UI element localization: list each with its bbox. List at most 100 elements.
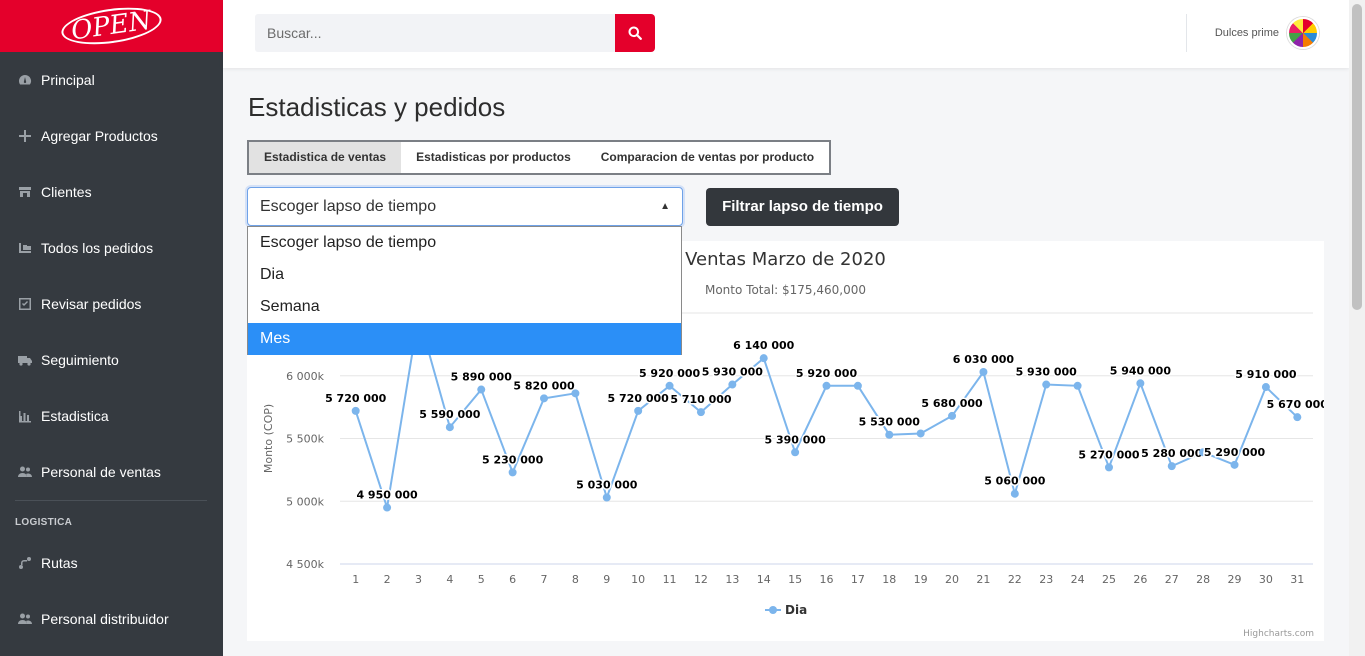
data-point — [1010, 489, 1019, 498]
x-tick-label: 22 — [1008, 573, 1022, 586]
sidebar-item-agregar-productos[interactable]: Agregar Productos — [0, 108, 223, 164]
dropdown-option-dia[interactable]: Dia — [248, 259, 681, 291]
page-title: Estadisticas y pedidos — [248, 92, 506, 122]
x-tick-label: 2 — [384, 573, 391, 586]
data-label: 5 930 000 — [1016, 366, 1078, 379]
x-tick-label: 7 — [541, 573, 548, 586]
data-point — [791, 448, 800, 457]
x-tick-label: 1 — [352, 573, 359, 586]
data-point — [1104, 463, 1113, 472]
data-point — [759, 354, 768, 363]
x-tick-label: 19 — [914, 573, 928, 586]
users-icon — [15, 611, 35, 627]
data-label: 5 280 000 — [1141, 447, 1203, 460]
data-label: 5 820 000 — [513, 379, 575, 392]
search-input[interactable] — [255, 14, 615, 52]
tab-comparacion-de-ventas[interactable]: Comparacion de ventas por producto — [586, 142, 829, 173]
data-point — [696, 408, 705, 417]
data-point — [885, 430, 894, 439]
dropdown-option-mes[interactable]: Mes — [248, 323, 681, 355]
data-point — [445, 423, 454, 432]
time-period-select[interactable]: Escoger lapso de tiempo ▲ — [247, 187, 683, 226]
plus-icon — [15, 128, 35, 144]
data-point — [948, 411, 957, 420]
y-tick-label: 5 500k — [286, 433, 324, 446]
check-square-icon — [15, 296, 35, 312]
dolly-icon — [15, 240, 35, 256]
chart-legend-item[interactable]: Dia — [765, 603, 807, 617]
data-point — [665, 381, 674, 390]
tab-estadistica-de-ventas[interactable]: Estadistica de ventas — [249, 142, 402, 173]
x-tick-label: 5 — [478, 573, 485, 586]
x-tick-label: 24 — [1071, 573, 1085, 586]
data-point — [1136, 379, 1145, 388]
sidebar-item-label: Personal distribuidor — [41, 611, 169, 627]
sidebar-item-label: Clientes — [41, 184, 92, 200]
data-label: 5 920 000 — [639, 367, 701, 380]
x-tick-label: 15 — [788, 573, 802, 586]
search-button[interactable] — [615, 14, 655, 52]
time-period-dropdown: Escoger lapso de tiempo Dia Semana Mes — [247, 226, 682, 355]
x-tick-label: 23 — [1039, 573, 1053, 586]
page-scrollbar[interactable] — [1349, 0, 1365, 656]
x-tick-label: 18 — [882, 573, 896, 586]
data-label: 5 720 000 — [325, 392, 387, 405]
data-label: 5 270 000 — [1078, 448, 1140, 461]
x-tick-label: 30 — [1259, 573, 1273, 586]
data-point — [822, 381, 831, 390]
data-point — [1042, 380, 1051, 389]
stats-tabs: Estadistica de ventas Estadisticas por p… — [247, 140, 832, 175]
tab-estadisticas-por-productos[interactable]: Estadisticas por productos — [401, 142, 586, 173]
sidebar-item-revisar-pedidos[interactable]: Revisar pedidos — [0, 276, 223, 332]
data-point — [1261, 383, 1270, 392]
x-tick-label: 27 — [1165, 573, 1179, 586]
user-name: Dulces prime — [1214, 27, 1279, 39]
data-point — [351, 406, 360, 415]
route-icon — [15, 555, 35, 571]
data-label: 5 920 000 — [796, 367, 858, 380]
data-label: 4 950 000 — [356, 489, 418, 502]
scrollbar-thumb[interactable] — [1352, 4, 1362, 310]
data-label: 5 670 000 — [1267, 398, 1324, 411]
data-point — [477, 385, 486, 394]
data-point — [1073, 381, 1082, 390]
data-point — [1293, 413, 1302, 422]
data-point — [602, 493, 611, 502]
sidebar-item-label: Todos los pedidos — [41, 240, 154, 256]
data-label: 5 680 000 — [921, 397, 983, 410]
dropdown-option-escoger-lapso-de-tiempo[interactable]: Escoger lapso de tiempo — [248, 227, 681, 259]
data-label: 5 030 000 — [576, 478, 638, 491]
legend-label: Dia — [785, 603, 808, 617]
select-arrows-icon: ▲ — [660, 201, 670, 212]
x-tick-label: 25 — [1102, 573, 1116, 586]
x-tick-label: 29 — [1228, 573, 1242, 586]
dropdown-option-semana[interactable]: Semana — [248, 291, 681, 323]
sidebar-item-personal-distribuidor[interactable]: Personal distribuidor — [0, 591, 223, 647]
data-label: 5 230 000 — [482, 453, 544, 466]
sidebar-item-label: Seguimiento — [41, 352, 119, 368]
avatar[interactable] — [1287, 17, 1319, 49]
sidebar-item-personal-de-ventas[interactable]: Personal de ventas — [0, 444, 223, 500]
data-point — [853, 381, 862, 390]
sidebar-item-clientes[interactable]: Clientes — [0, 164, 223, 220]
sidebar-item-rutas[interactable]: Rutas — [0, 535, 223, 591]
x-tick-label: 8 — [572, 573, 579, 586]
sidebar-item-todos-los-pedidos[interactable]: Todos los pedidos — [0, 220, 223, 276]
data-point — [979, 367, 988, 376]
filter-period-button[interactable]: Filtrar lapso de tiempo — [706, 188, 899, 226]
time-period-select-value: Escoger lapso de tiempo — [260, 198, 437, 215]
brand-logo[interactable]: OPEN — [0, 0, 223, 52]
chart-credits[interactable]: Highcharts.com — [1243, 629, 1314, 639]
sidebar-item-principal[interactable]: Principal — [0, 52, 223, 108]
x-tick-label: 4 — [446, 573, 453, 586]
sidebar-item-seguimiento[interactable]: Seguimiento — [0, 332, 223, 388]
x-tick-label: 3 — [415, 573, 422, 586]
data-point — [540, 394, 549, 403]
x-tick-label: 28 — [1196, 573, 1210, 586]
data-label: 5 290 000 — [1204, 446, 1266, 459]
data-point — [571, 389, 580, 398]
sidebar-item-estadistica[interactable]: Estadistica — [0, 388, 223, 444]
users-icon — [15, 464, 35, 480]
user-menu[interactable]: Dulces prime — [1215, 17, 1319, 49]
data-label: 5 910 000 — [1235, 368, 1297, 381]
